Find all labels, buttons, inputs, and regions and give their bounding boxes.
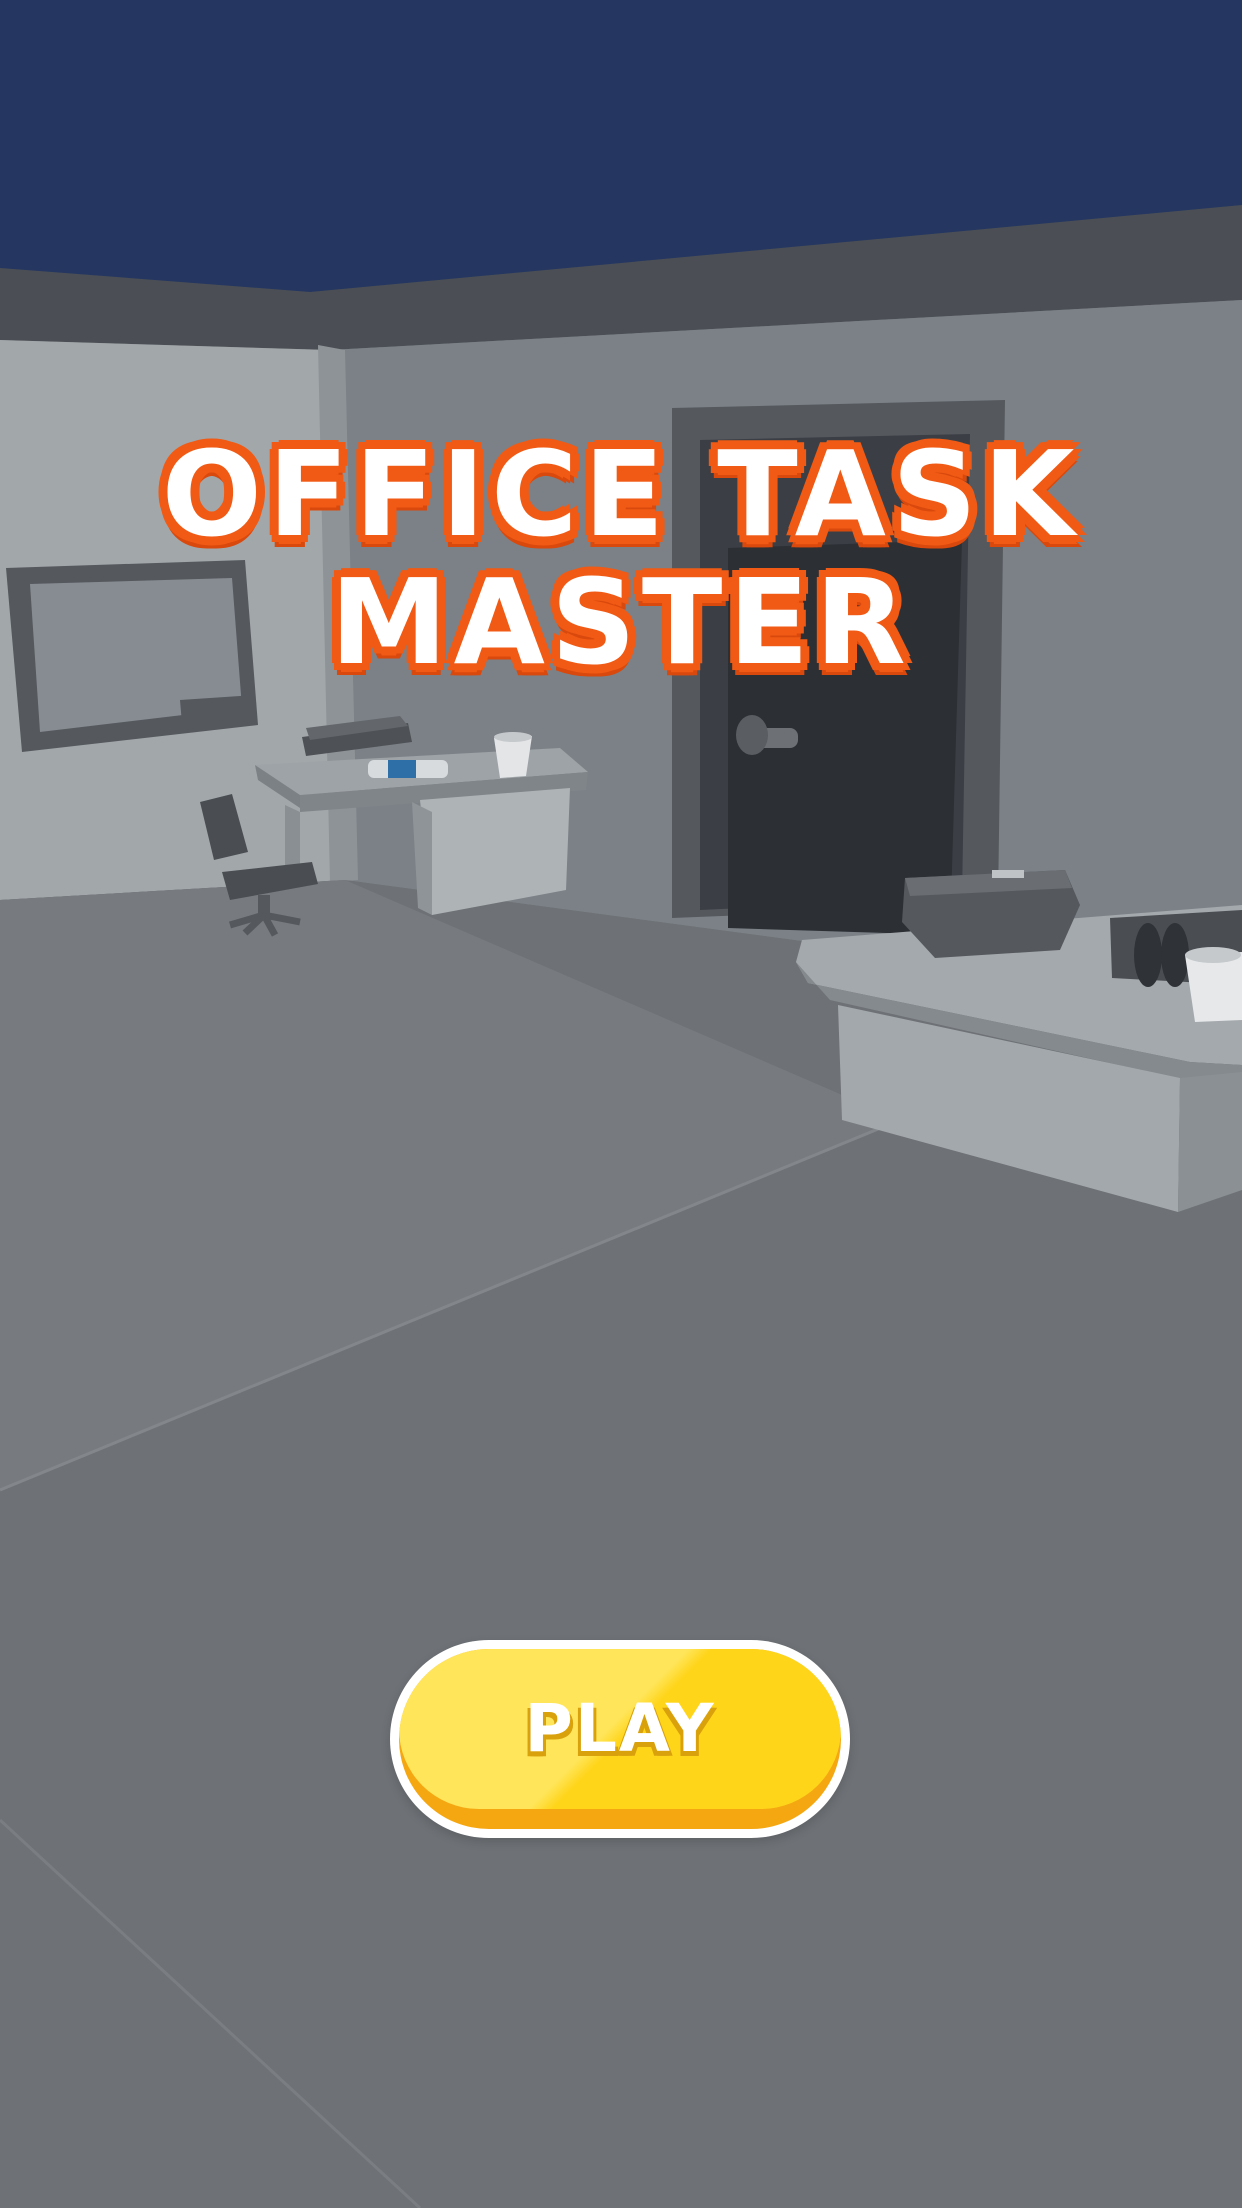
play-button-label[interactable]: PLAY	[399, 1649, 841, 1809]
play-button-body[interactable]: PLAY	[399, 1649, 841, 1829]
game-stage: OFFICE TASK MASTER PLAY	[0, 0, 1242, 2208]
play-button[interactable]: PLAY	[390, 1640, 850, 1838]
play-button-face[interactable]: PLAY	[399, 1649, 841, 1809]
title-line-2: MASTER	[330, 553, 912, 691]
game-title: OFFICE TASK MASTER	[0, 430, 1242, 686]
office-scene	[0, 0, 1242, 2208]
title-line-1: OFFICE TASK	[161, 425, 1081, 563]
